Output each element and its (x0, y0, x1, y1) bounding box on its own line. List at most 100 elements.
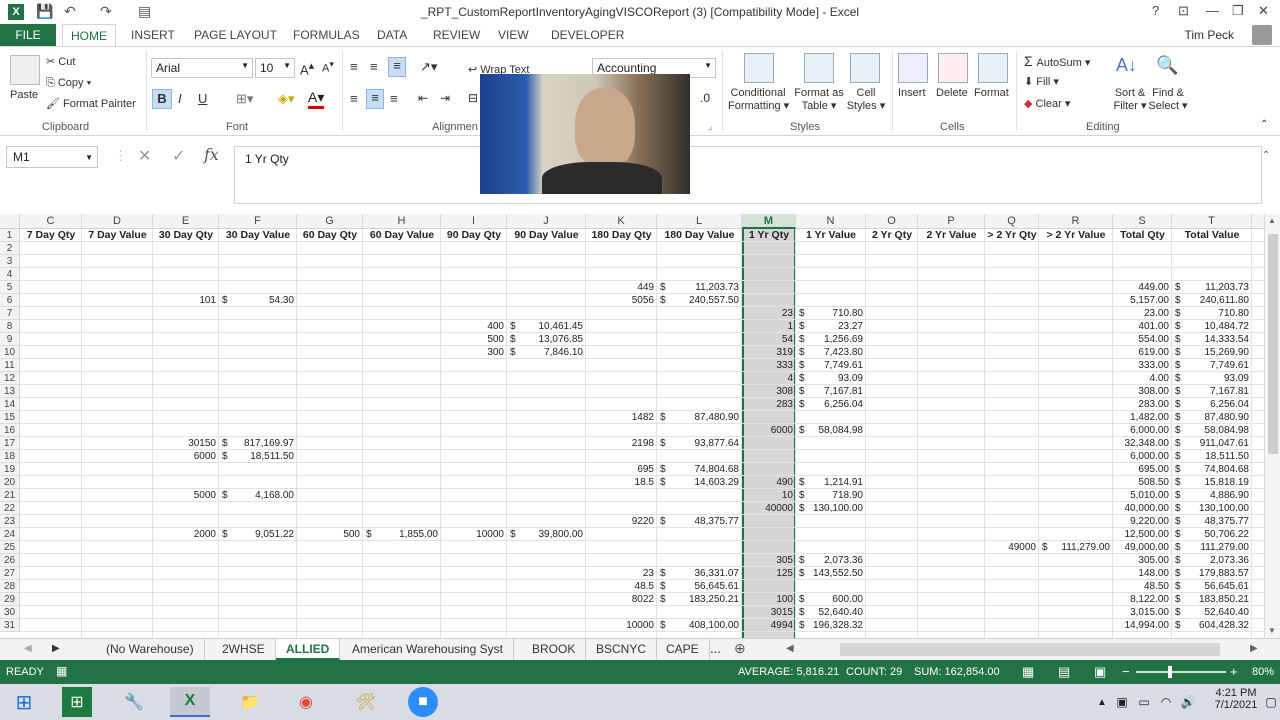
row-header[interactable]: 31 (0, 619, 20, 632)
cell-t9[interactable]: 14,333.54 (1172, 333, 1252, 346)
cell-r25[interactable]: 111,279.00 (1039, 541, 1113, 554)
header-cell-n[interactable]: 1 Yr Value (796, 229, 866, 242)
db-tool-icon[interactable]: 🛠 (346, 687, 386, 717)
borders-icon[interactable]: ⊞▾ (236, 91, 253, 107)
normal-view-icon[interactable]: ▦ (1022, 664, 1034, 680)
column-header-m[interactable]: M (742, 214, 796, 229)
row-header[interactable]: 27 (0, 567, 20, 580)
vertical-scrollbar[interactable]: ▲ ▼ (1264, 214, 1280, 638)
cell-f17[interactable]: 817,169.97 (219, 437, 297, 450)
tab-formulas[interactable]: FORMULAS (293, 28, 360, 42)
cell-t25[interactable]: 111,279.00 (1172, 541, 1252, 554)
zoom-out-icon[interactable]: − (1122, 664, 1130, 679)
close-button[interactable]: ✕ (1258, 3, 1269, 19)
cell-l15[interactable]: 87,480.90 (657, 411, 742, 424)
hscroll-right-icon[interactable]: ▶ (1250, 643, 1258, 654)
page-layout-view-icon[interactable]: ▤ (1058, 664, 1070, 680)
tab-page-layout[interactable]: PAGE LAYOUT (194, 28, 277, 42)
cell-k5[interactable]: 449 (586, 281, 657, 294)
column-header-p[interactable]: P (918, 214, 985, 229)
cell-t27[interactable]: 179,883.57 (1172, 567, 1252, 580)
column-header-g[interactable]: G (297, 214, 363, 229)
cell-s5[interactable]: 449.00 (1113, 281, 1172, 294)
cut-button[interactable]: ✂ Cut (46, 55, 75, 68)
hscroll-left-icon[interactable]: ◀ (786, 643, 794, 654)
align-bottom-icon[interactable]: ≡ (388, 57, 406, 77)
cell-m16[interactable]: 6000 (742, 424, 796, 437)
worksheet-grid[interactable]: CDEFGHIJKLMNOPQRST 7 Day Qty 7 Day Value 3… (0, 214, 1264, 638)
select-all-corner[interactable] (0, 214, 20, 229)
cell-s16[interactable]: 6,000.00 (1113, 424, 1172, 437)
fill-color-icon[interactable]: ◈▾ (278, 91, 295, 107)
cell-t7[interactable]: 710.80 (1172, 307, 1252, 320)
cell-f6[interactable]: 54.30 (219, 294, 297, 307)
row-header[interactable]: 12 (0, 372, 20, 385)
align-top-icon[interactable]: ≡ (350, 59, 358, 74)
cell-f18[interactable]: 18,511.50 (219, 450, 297, 463)
column-header-i[interactable]: I (441, 214, 507, 229)
row-header[interactable]: 7 (0, 307, 20, 320)
cell-n30[interactable]: 52,640.40 (796, 606, 866, 619)
cell-t30[interactable]: 52,640.40 (1172, 606, 1252, 619)
header-cell-k[interactable]: 180 Day Qty (586, 229, 657, 242)
cell-s18[interactable]: 6,000.00 (1113, 450, 1172, 463)
page-break-view-icon[interactable]: ▣ (1094, 664, 1106, 680)
cell-s9[interactable]: 554.00 (1113, 333, 1172, 346)
tab-developer[interactable]: DEVELOPER (551, 28, 624, 42)
cell-s10[interactable]: 619.00 (1113, 346, 1172, 359)
column-header-h[interactable]: H (363, 214, 441, 229)
row-header[interactable]: 22 (0, 502, 20, 515)
cell-j24[interactable]: 39,800.00 (507, 528, 586, 541)
tab-data[interactable]: DATA (377, 28, 407, 42)
cell-i8[interactable]: 400 (441, 320, 507, 333)
format-cells-icon[interactable] (978, 53, 1008, 83)
more-sheets[interactable]: ... (710, 641, 721, 656)
cell-h24[interactable]: 1,855.00 (363, 528, 441, 541)
cell-m30[interactable]: 3015 (742, 606, 796, 619)
sort-filter-icon[interactable]: A↓ (1116, 55, 1137, 76)
column-header-l[interactable]: L (657, 214, 742, 229)
cell-t12[interactable]: 93.09 (1172, 372, 1252, 385)
column-header-c[interactable]: C (20, 214, 82, 229)
cell-j9[interactable]: 13,076.85 (507, 333, 586, 346)
cell-e24[interactable]: 2000 (153, 528, 219, 541)
header-cell-s[interactable]: Total Qty (1113, 229, 1172, 242)
cell-k27[interactable]: 23 (586, 567, 657, 580)
clock[interactable]: 4:21 PM 7/1/2021 (1208, 687, 1264, 711)
header-cell-l[interactable]: 180 Day Value (657, 229, 742, 242)
cell-m7[interactable]: 23 (742, 307, 796, 320)
sheet-tab-allied[interactable]: ALLIED (276, 639, 341, 660)
excel-app-icon[interactable]: ⊞ (62, 687, 92, 717)
cell-g24[interactable]: 500 (297, 528, 363, 541)
header-cell-e[interactable]: 30 Day Qty (153, 229, 219, 242)
delete-cells-button[interactable]: Delete (936, 87, 968, 99)
cell-n27[interactable]: 143,552.50 (796, 567, 866, 580)
zoom-app-icon[interactable]: ■ (408, 687, 438, 717)
row-header[interactable]: 29 (0, 593, 20, 606)
header-cell-f[interactable]: 30 Day Value (219, 229, 297, 242)
cell-m13[interactable]: 308 (742, 385, 796, 398)
cell-t15[interactable]: 87,480.90 (1172, 411, 1252, 424)
avatar[interactable] (1252, 25, 1272, 45)
windows-start-icon[interactable]: ⊞ (4, 687, 44, 717)
cell-l19[interactable]: 74,804.68 (657, 463, 742, 476)
sheet-tab-no-warehouse[interactable]: (No Warehouse) (96, 639, 205, 660)
row-header[interactable]: 26 (0, 554, 20, 567)
enter-icon[interactable]: ✓ (172, 146, 185, 166)
underline-button[interactable]: U (198, 91, 207, 106)
grow-font-icon[interactable]: A▴ (300, 59, 314, 77)
file-explorer-icon[interactable]: 📁 (230, 687, 270, 717)
cell-styles-button[interactable]: Cell Styles ▾ (846, 87, 886, 112)
cell-t20[interactable]: 15,818.19 (1172, 476, 1252, 489)
sheet-tab-bscnyc[interactable]: BSCNYC (586, 639, 658, 660)
increase-indent-icon[interactable]: ⇥ (440, 91, 450, 105)
cell-m22[interactable]: 40000 (742, 502, 796, 515)
cell-t6[interactable]: 240,611.80 (1172, 294, 1252, 307)
cell-s27[interactable]: 148.00 (1113, 567, 1172, 580)
collapse-ribbon-icon[interactable]: ⌃ (1260, 119, 1268, 130)
cell-n31[interactable]: 196,328.32 (796, 619, 866, 632)
battery-icon[interactable]: ▭ (1134, 687, 1154, 717)
row-header[interactable]: 30 (0, 606, 20, 619)
font-name-select[interactable]: Arial ▼ (151, 58, 253, 78)
cell-m9[interactable]: 54 (742, 333, 796, 346)
